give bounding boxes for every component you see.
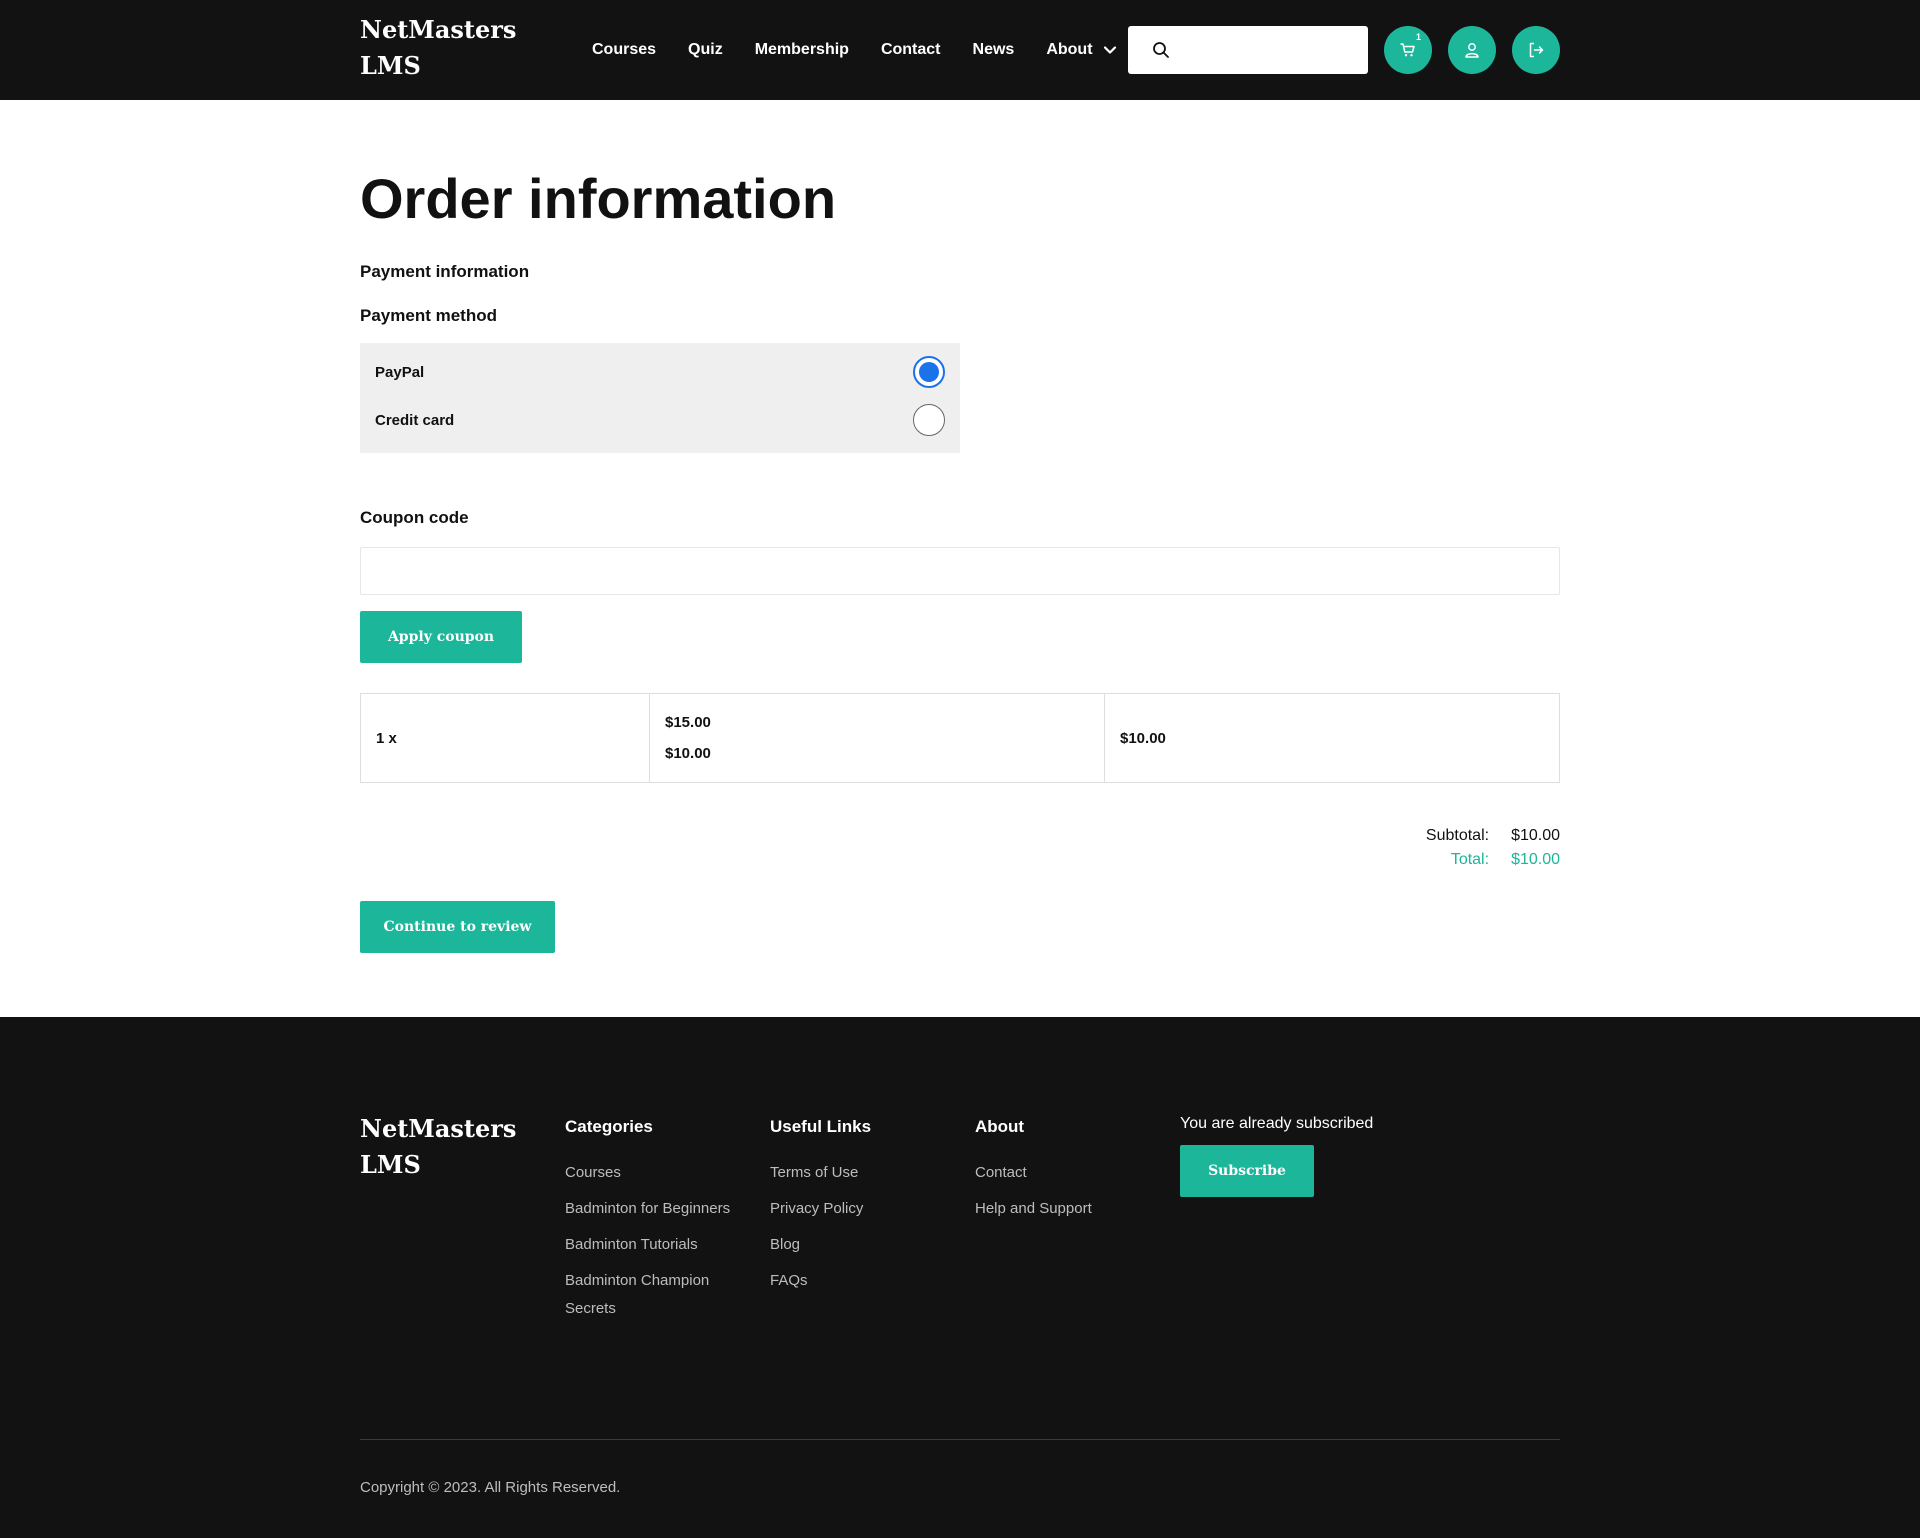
- cart-button[interactable]: 1: [1384, 26, 1432, 74]
- cart-count-badge: 1: [1416, 32, 1422, 42]
- payment-method-options: PayPal Credit card: [360, 343, 960, 453]
- footer-useful-links: Useful Links Terms of Use Privacy Policy…: [770, 1117, 950, 1303]
- credit-card-radio[interactable]: [913, 404, 945, 436]
- search-input[interactable]: [1182, 34, 1358, 66]
- nav-item-contact[interactable]: Contact: [881, 41, 941, 59]
- order-totals: Subtotal: $10.00 Total: $10.00: [1260, 824, 1560, 872]
- footer-divider: [360, 1439, 1560, 1440]
- main-nav: Courses Quiz Membership Contact News Abo…: [592, 0, 1117, 100]
- footer-logo[interactable]: NetMasters LMS: [360, 1111, 520, 1183]
- footer-link-terms-of-use[interactable]: Terms of Use: [770, 1159, 950, 1187]
- site-logo[interactable]: NetMasters LMS: [360, 12, 520, 84]
- subtotal-row: Subtotal: $10.00: [1260, 824, 1560, 848]
- footer-useful-links-heading: Useful Links: [770, 1117, 872, 1136]
- nav-label: Membership: [754, 41, 849, 58]
- subscribe-button[interactable]: Subscribe: [1180, 1145, 1314, 1197]
- original-price: $15.00: [665, 714, 711, 731]
- subtotal-value: $10.00: [1511, 827, 1560, 844]
- total-value: $10.00: [1511, 851, 1560, 868]
- coupon-code-input[interactable]: [360, 547, 1560, 595]
- footer-link-badminton-champion-secrets[interactable]: Badminton Champion Secrets: [565, 1267, 745, 1323]
- total-label: Total:: [1450, 851, 1490, 868]
- order-price-cell: $15.00 $10.00: [650, 694, 1105, 782]
- order-quantity-cell: 1 x: [361, 694, 650, 782]
- cart-icon: [1400, 43, 1415, 57]
- page-title: Order information: [360, 167, 837, 230]
- search-icon[interactable]: [1152, 41, 1170, 59]
- copyright-text: Copyright © 2023. All Rights Reserved.: [360, 1479, 621, 1496]
- user-icon: [1465, 43, 1479, 58]
- paypal-radio[interactable]: [913, 356, 945, 388]
- apply-coupon-button[interactable]: Apply coupon: [360, 611, 522, 663]
- nav-item-quiz[interactable]: Quiz: [688, 41, 723, 59]
- subtotal-label: Subtotal:: [1425, 827, 1490, 844]
- radio-selected-dot: [919, 362, 939, 382]
- payment-option-label: Credit card: [375, 411, 455, 429]
- continue-to-review-button[interactable]: Continue to review: [360, 901, 555, 953]
- nav-item-courses[interactable]: Courses: [592, 41, 656, 59]
- nav-item-about[interactable]: About: [1046, 41, 1116, 59]
- footer-about: About Contact Help and Support: [975, 1117, 1155, 1231]
- nav-label: News: [972, 41, 1015, 58]
- site-footer: NetMasters LMS Categories Courses Badmin…: [0, 1017, 1920, 1538]
- site-header: NetMasters LMS Courses Quiz Membership C…: [0, 0, 1920, 100]
- line-total: $10.00: [1120, 729, 1166, 747]
- order-line-total-cell: $10.00: [1105, 694, 1559, 782]
- account-button[interactable]: [1448, 26, 1496, 74]
- order-quantity: 1 x: [376, 729, 397, 747]
- payment-option-paypal[interactable]: PayPal: [375, 355, 945, 389]
- subscription-status: You are already subscribed: [1180, 1115, 1374, 1132]
- footer-link-courses[interactable]: Courses: [565, 1159, 745, 1187]
- total-row: Total: $10.00: [1260, 848, 1560, 872]
- footer-link-faqs[interactable]: FAQs: [770, 1267, 950, 1295]
- footer-link-badminton-tutorials[interactable]: Badminton Tutorials: [565, 1231, 745, 1259]
- nav-item-news[interactable]: News: [973, 41, 1015, 59]
- footer-link-contact[interactable]: Contact: [975, 1159, 1155, 1187]
- payment-option-credit-card[interactable]: Credit card: [375, 403, 945, 437]
- search-box: [1128, 26, 1368, 74]
- payment-option-label: PayPal: [375, 363, 425, 381]
- footer-categories-heading: Categories: [565, 1117, 653, 1136]
- nav-label: Contact: [880, 41, 941, 58]
- footer-link-privacy-policy[interactable]: Privacy Policy: [770, 1195, 950, 1223]
- sale-price: $10.00: [665, 745, 711, 762]
- nav-item-membership[interactable]: Membership: [755, 41, 849, 59]
- footer-link-blog[interactable]: Blog: [770, 1231, 950, 1259]
- payment-information-heading: Payment information: [360, 262, 530, 281]
- nav-label: About: [1046, 41, 1093, 58]
- footer-link-badminton-for-beginners[interactable]: Badminton for Beginners: [565, 1195, 745, 1223]
- order-items-table: 1 x $15.00 $10.00 $10.00: [360, 693, 1560, 783]
- nav-label: Courses: [592, 41, 657, 58]
- logout-icon: [1529, 42, 1544, 58]
- nav-label: Quiz: [688, 41, 723, 58]
- chevron-down-icon: [1103, 46, 1116, 54]
- footer-categories: Categories Courses Badminton for Beginne…: [565, 1117, 745, 1331]
- logout-button[interactable]: [1512, 26, 1560, 74]
- footer-link-help-and-support[interactable]: Help and Support: [975, 1195, 1155, 1223]
- payment-method-heading: Payment method: [360, 306, 497, 325]
- footer-about-heading: About: [975, 1117, 1025, 1136]
- coupon-code-label: Coupon code: [360, 508, 469, 527]
